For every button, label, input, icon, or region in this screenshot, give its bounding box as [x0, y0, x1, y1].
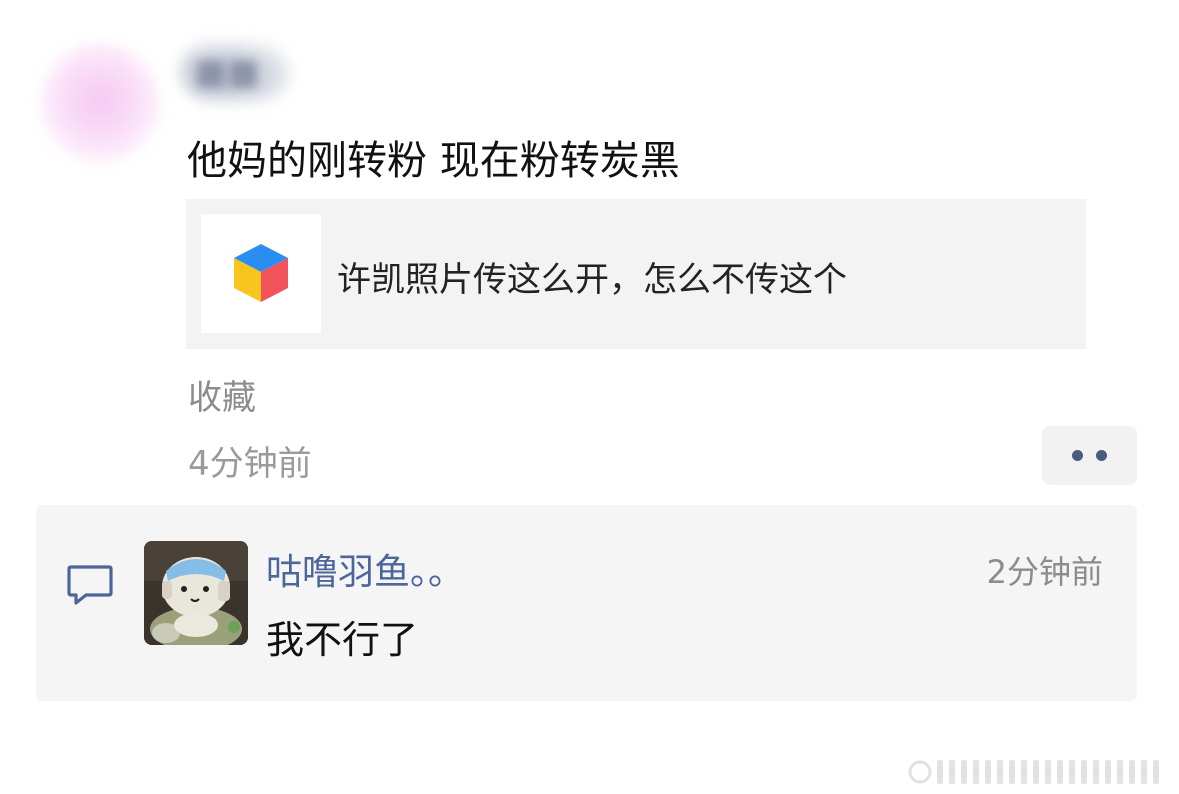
post-text: 他妈的刚转粉 现在粉转炭黑	[187, 138, 680, 184]
link-title: 许凯照片传这么开，怎么不传这个	[337, 260, 847, 300]
collect-link[interactable]: 收藏	[188, 370, 256, 419]
cube-icon	[234, 244, 288, 302]
watermark	[905, 757, 1171, 787]
comment-icon	[67, 565, 113, 605]
comment-time: 2分钟前	[986, 553, 1103, 591]
comments-panel: 咕噜羽鱼。。 2分钟前 我不行了	[36, 505, 1137, 701]
link-card[interactable]: 许凯照片传这么开，怎么不传这个	[186, 199, 1086, 349]
author-name: ■■	[195, 52, 260, 92]
author-avatar[interactable]	[40, 43, 160, 163]
comment-text: 我不行了	[266, 618, 419, 662]
more-button[interactable]	[1042, 426, 1137, 485]
post-time: 4分钟前	[188, 444, 312, 484]
link-thumbnail	[201, 214, 321, 333]
commenter-avatar[interactable]	[144, 541, 248, 645]
commenter-name[interactable]: 咕噜羽鱼。。	[266, 543, 464, 595]
